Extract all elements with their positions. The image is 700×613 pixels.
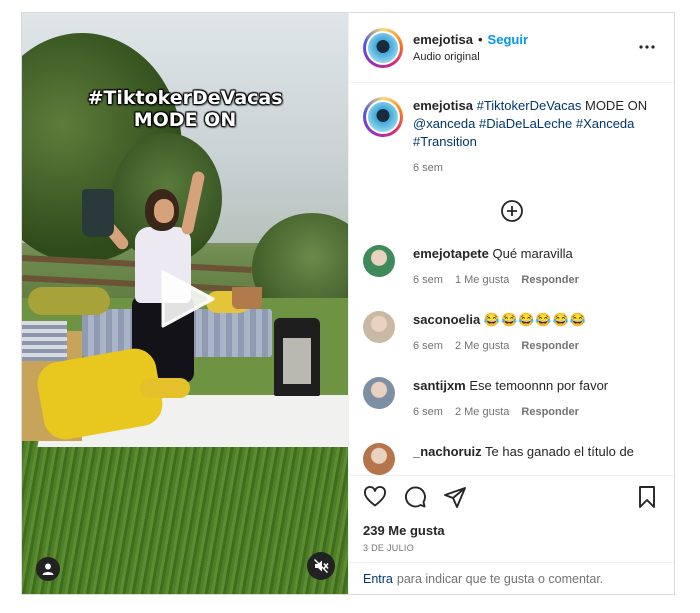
comment-likes[interactable]: 2 Me gusta — [455, 338, 509, 355]
caption-text-part: MODE ON — [581, 98, 648, 113]
separator-dot: • — [477, 32, 483, 47]
comment-text: Te has ganado el título de — [485, 444, 634, 459]
video-boot — [82, 189, 114, 237]
comment-time: 6 sem — [413, 340, 443, 352]
avatar-border — [366, 100, 400, 134]
comment-line: saconoelia 😂😂😂😂😂😂 — [413, 311, 587, 328]
avatar-image — [368, 102, 398, 132]
author-username[interactable]: emejotisa — [413, 32, 473, 47]
comment-item: emejotapete Qué maravilla 6 sem 1 Me gusta… — [349, 245, 674, 289]
more-options-icon[interactable] — [638, 37, 656, 57]
comment-icon[interactable] — [403, 485, 427, 509]
comment-text: Ese temoonnn por favor — [469, 378, 609, 393]
caption-hashtag[interactable]: #Transition — [413, 134, 477, 149]
author-avatar[interactable] — [363, 27, 403, 68]
comment-item: santijxm Ese temoonnn por favor 6 sem 2 Me… — [349, 377, 674, 421]
comment-line: santijxm Ese temoonnn por favor — [413, 377, 608, 394]
comment-meta: 6 sem 2 Me gusta Responder — [413, 404, 608, 421]
video-player[interactable]: #TiktokerDeVacas MODE ON — [22, 13, 348, 594]
comment-list: emejotapete Qué maravilla 6 sem 1 Me gusta… — [349, 245, 674, 475]
commenter-avatar[interactable] — [363, 443, 395, 475]
caption-hashtag[interactable]: #Xanceda — [576, 116, 635, 131]
comment-text: 😂😂😂😂😂😂 — [483, 312, 587, 327]
caption-time: 6 sem — [413, 162, 443, 174]
like-count[interactable]: 239 Me gusta — [349, 517, 674, 539]
commenter-avatar[interactable] — [363, 311, 395, 343]
login-prompt: Entra para indicar que te gusta o coment… — [349, 562, 674, 594]
login-link[interactable]: Entra — [363, 572, 393, 586]
add-circle-icon[interactable] — [349, 199, 674, 223]
instagram-post: #TiktokerDeVacas MODE ON emejotisa • Seg… — [21, 12, 675, 595]
comment-item: saconoelia 😂😂😂😂😂😂 6 sem 2 Me gusta Responde… — [349, 311, 674, 355]
comment-likes[interactable]: 2 Me gusta — [455, 404, 509, 421]
comment-line: emejotapete Qué maravilla — [413, 245, 579, 262]
video-checkered-cloth — [22, 321, 67, 361]
comment-body: _nachoruiz Te has ganado el título de — [413, 443, 634, 475]
post-caption: emejotisa #TiktokerDeVacas MODE ON @xanc… — [349, 83, 674, 177]
share-icon[interactable] — [443, 485, 467, 509]
comment-body: emejotapete Qué maravilla 6 sem 1 Me gusta… — [413, 245, 579, 289]
action-bar — [349, 475, 674, 517]
heart-icon[interactable] — [363, 485, 387, 509]
commenter-avatar[interactable] — [363, 245, 395, 277]
muted-speaker-icon[interactable] — [307, 552, 335, 580]
commenter-username[interactable]: santijxm — [413, 378, 466, 393]
comment-time: 6 sem — [413, 406, 443, 418]
caption-hashtag[interactable]: @xanceda — [413, 116, 475, 131]
video-flower-pot — [232, 287, 262, 309]
comment-meta: 6 sem 2 Me gusta Responder — [413, 338, 587, 355]
commenter-username[interactable]: _nachoruiz — [413, 444, 482, 459]
caption-username[interactable]: emejotisa — [413, 98, 473, 113]
audio-link[interactable]: Audio original — [413, 51, 528, 63]
follow-button[interactable]: Seguir — [488, 32, 528, 47]
caption-avatar[interactable] — [363, 97, 403, 137]
user-icon[interactable] — [36, 557, 60, 581]
reply-button[interactable]: Responder — [521, 272, 578, 289]
caption-text: emejotisa #TiktokerDeVacas MODE ON @xanc… — [413, 97, 653, 151]
comments-section[interactable]: emejotisa #TiktokerDeVacas MODE ON @xanc… — [349, 83, 674, 475]
header-line: emejotisa • Seguir — [413, 32, 528, 47]
comment-meta: 6 sem 1 Me gusta Responder — [413, 272, 579, 289]
post-date: 3 DE JULIO — [363, 543, 415, 553]
post-side-panel: emejotisa • Seguir Audio original emejot… — [348, 13, 674, 594]
reply-button[interactable]: Responder — [521, 338, 578, 355]
comment-item: _nachoruiz Te has ganado el título de — [349, 443, 674, 475]
comment-line: _nachoruiz Te has ganado el título de — [413, 443, 634, 460]
bookmark-icon[interactable] — [636, 485, 658, 509]
login-prompt-text: para indicar que te gusta o comentar. — [396, 571, 604, 586]
comment-time: 6 sem — [413, 274, 443, 286]
post-header: emejotisa • Seguir Audio original — [349, 13, 674, 83]
avatar-image — [368, 32, 398, 63]
comment-likes[interactable]: 1 Me gusta — [455, 272, 509, 289]
caption-body: emejotisa #TiktokerDeVacas MODE ON @xanc… — [413, 97, 653, 177]
video-cushion — [140, 378, 190, 398]
play-icon[interactable] — [157, 268, 217, 330]
video-cushion — [28, 287, 110, 315]
comment-text: Qué maravilla — [492, 246, 573, 261]
reply-button[interactable]: Responder — [521, 404, 578, 421]
comment-body: santijxm Ese temoonnn por favor 6 sem 2 Me… — [413, 377, 608, 421]
avatar-border — [366, 30, 400, 65]
caption-hashtag[interactable]: #DiaDeLaLeche — [479, 116, 572, 131]
video-lantern — [274, 318, 320, 396]
caption-hashtag[interactable]: #TiktokerDeVacas — [477, 98, 582, 113]
video-person-face — [154, 199, 174, 223]
video-overlay-text: #TiktokerDeVacas — [87, 87, 283, 109]
comment-body: saconoelia 😂😂😂😂😂😂 6 sem 2 Me gusta Responde… — [413, 311, 587, 355]
commenter-username[interactable]: saconoelia — [413, 312, 480, 327]
header-text: emejotisa • Seguir Audio original — [413, 32, 528, 63]
video-overlay-text: MODE ON — [133, 109, 237, 131]
commenter-username[interactable]: emejotapete — [413, 246, 489, 261]
commenter-avatar[interactable] — [363, 377, 395, 409]
